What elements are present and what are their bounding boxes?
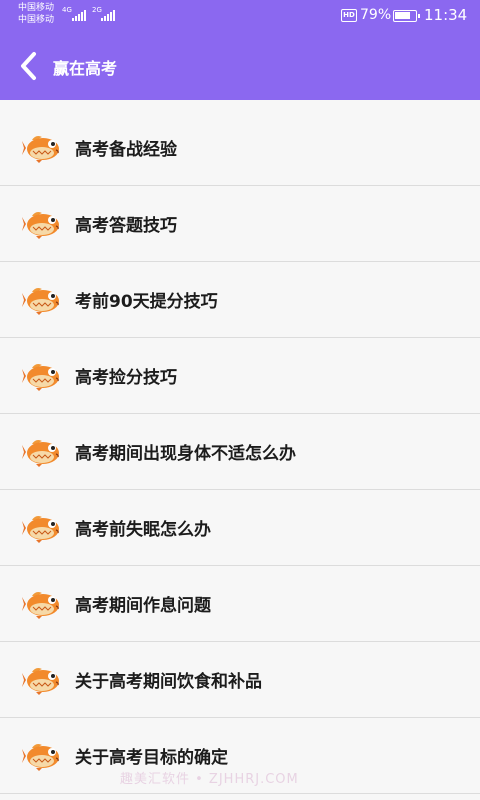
fish-icon (22, 512, 62, 544)
list-item[interactable]: 考前90天提分技巧 (0, 262, 480, 338)
app-header: 中国移动 中国移动 4G 2G HD 79% 11:34 赢在高考 (0, 0, 480, 100)
fish-icon (22, 664, 62, 696)
carrier-labels: 中国移动 中国移动 (18, 2, 54, 26)
fish-icon (22, 740, 62, 772)
fish-icon (22, 436, 62, 468)
list-item[interactable]: 高考期间作息问题 (0, 566, 480, 642)
list-item[interactable]: 高考捡分技巧 (0, 338, 480, 414)
network-type-1: 4G (62, 6, 72, 14)
list-item-label: 关于高考目标的确定 (75, 748, 228, 768)
battery-fill (395, 12, 410, 19)
list-item-label: 高考前失眠怎么办 (75, 520, 211, 540)
chevron-left-icon (21, 52, 36, 80)
fish-icon (22, 284, 62, 316)
battery-icon (393, 10, 420, 22)
battery-percent: 79% (360, 7, 392, 23)
clock: 11:34 (424, 6, 468, 24)
list-item[interactable]: 高考答题技巧 (0, 186, 480, 262)
list-item[interactable]: 高考前失眠怎么办 (0, 490, 480, 566)
fish-icon (22, 588, 62, 620)
fish-icon (22, 132, 62, 164)
carrier-2: 中国移动 (18, 15, 55, 25)
list-item[interactable]: 关于高考期间饮食和补品 (0, 642, 480, 718)
status-bar: 中国移动 中国移动 4G 2G HD 79% 11:34 (0, 0, 480, 32)
hd-icon: HD (341, 9, 357, 22)
page-title: 赢在高考 (53, 59, 118, 78)
list-item-label: 高考答题技巧 (75, 216, 177, 236)
signal-icon-1 (72, 10, 86, 21)
list-item-label: 高考备战经验 (75, 140, 177, 160)
list-item-label: 关于高考期间饮食和补品 (75, 672, 262, 692)
back-button[interactable] (18, 50, 42, 82)
list-item-label: 考前90天提分技巧 (75, 292, 218, 312)
list-item[interactable]: 高考期间出现身体不适怎么办 (0, 414, 480, 490)
list-item-label: 高考捡分技巧 (75, 368, 177, 388)
watermark: 趣美汇软件 • ZJHHRJ.COM (120, 772, 299, 787)
fish-icon (22, 208, 62, 240)
fish-icon (22, 360, 62, 392)
article-list: 高考备战经验 高考答题技巧考前90天提分技巧 高考捡分技巧高考期间出现身体不适怎么办… (0, 110, 480, 794)
list-item[interactable]: 高考备战经验 (0, 110, 480, 186)
carrier-1: 中国移动 (18, 3, 55, 13)
list-item-label: 高考期间作息问题 (75, 596, 211, 616)
list-item-label: 高考期间出现身体不适怎么办 (75, 444, 296, 464)
signal-icon-2 (101, 10, 115, 21)
